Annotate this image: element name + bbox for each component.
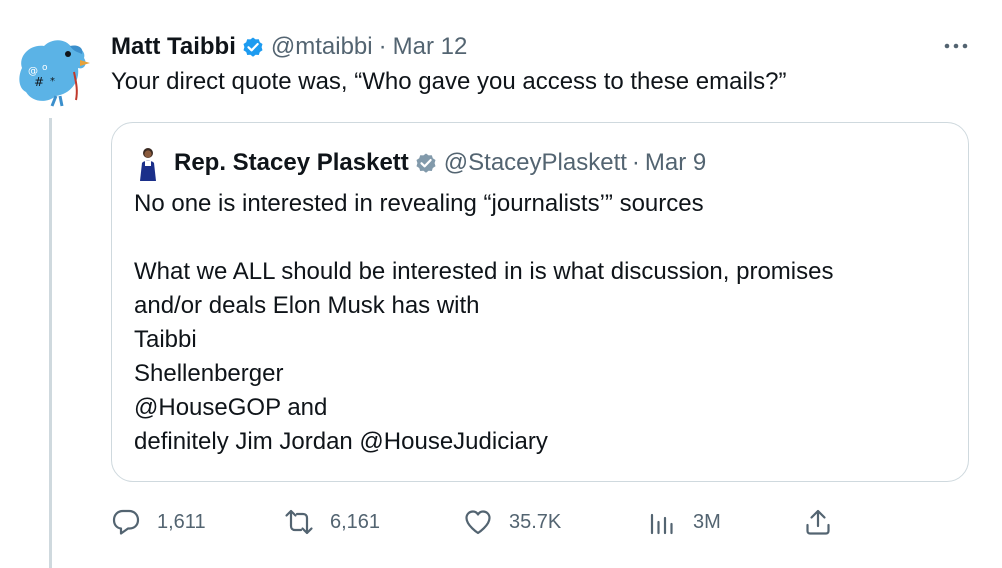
author-handle[interactable]: @mtaibbi	[271, 33, 373, 61]
thread-connector-line	[49, 118, 52, 568]
quoted-author-avatar[interactable]	[134, 145, 162, 181]
quoted-text-line: Taibbi	[134, 326, 197, 353]
verified-badge-icon[interactable]	[241, 35, 265, 59]
quoted-author-handle[interactable]: @StaceyPlaskett	[444, 149, 627, 177]
more-icon[interactable]	[940, 36, 972, 56]
tweet-date[interactable]: Mar 12	[393, 33, 468, 61]
quoted-tweet-date[interactable]: Mar 9	[645, 149, 706, 177]
tweet-header: Matt Taibbi @mtaibbi · Mar 12	[111, 30, 467, 64]
reply-button[interactable]: 1,611	[111, 504, 206, 540]
quoted-text-line: definitely Jim Jordan @HouseJudiciary	[134, 428, 548, 455]
quoted-text-blank-line	[134, 221, 944, 255]
quoted-text-line: What we ALL should be interested in is w…	[134, 258, 834, 285]
share-icon	[806, 509, 830, 535]
views-icon	[650, 513, 673, 535]
quoted-header-separator: ·	[631, 149, 640, 176]
quoted-tweet-card[interactable]: Rep. Stacey Plaskett @StaceyPlaskett · M…	[111, 122, 969, 482]
quoted-tweet-header: Rep. Stacey Plaskett @StaceyPlaskett · M…	[134, 145, 706, 181]
quoted-text-line: Shellenberger	[134, 360, 284, 387]
like-icon	[465, 510, 491, 535]
views-count: 3M	[693, 510, 721, 533]
retweet-icon	[285, 509, 313, 535]
reply-count: 1,611	[157, 510, 206, 533]
svg-text:*: *	[50, 76, 55, 87]
quoted-text-line: @HouseGOP and	[134, 394, 328, 421]
quoted-text-line: No one is interested in revealing “journ…	[134, 190, 704, 217]
quoted-author-name[interactable]: Rep. Stacey Plaskett	[174, 149, 409, 177]
reply-icon	[112, 509, 140, 535]
retweet-count: 6,161	[330, 510, 381, 533]
views-button[interactable]: 3M	[647, 504, 721, 540]
tweet-action-bar: 1,611 6,161 35.7K 3M	[111, 504, 871, 540]
like-button[interactable]: 35.7K	[463, 504, 561, 540]
author-name[interactable]: Matt Taibbi	[111, 33, 236, 61]
like-count: 35.7K	[509, 510, 562, 533]
retweet-button[interactable]: 6,161	[284, 504, 380, 540]
tweet-text: Your direct quote was, “Who gave you acc…	[111, 68, 787, 95]
header-separator: ·	[378, 33, 387, 60]
quoted-text-line: and/or deals Elon Musk has with	[134, 292, 480, 319]
bird-avatar-image: @ o # *	[19, 40, 90, 107]
quoted-tweet-text: No one is interested in revealing “journ…	[134, 187, 944, 459]
author-avatar[interactable]: @ o # *	[8, 30, 92, 114]
svg-text:#: #	[34, 75, 44, 89]
share-button[interactable]	[803, 504, 833, 540]
verified-badge-icon[interactable]	[414, 151, 438, 175]
svg-text:o: o	[42, 63, 48, 73]
